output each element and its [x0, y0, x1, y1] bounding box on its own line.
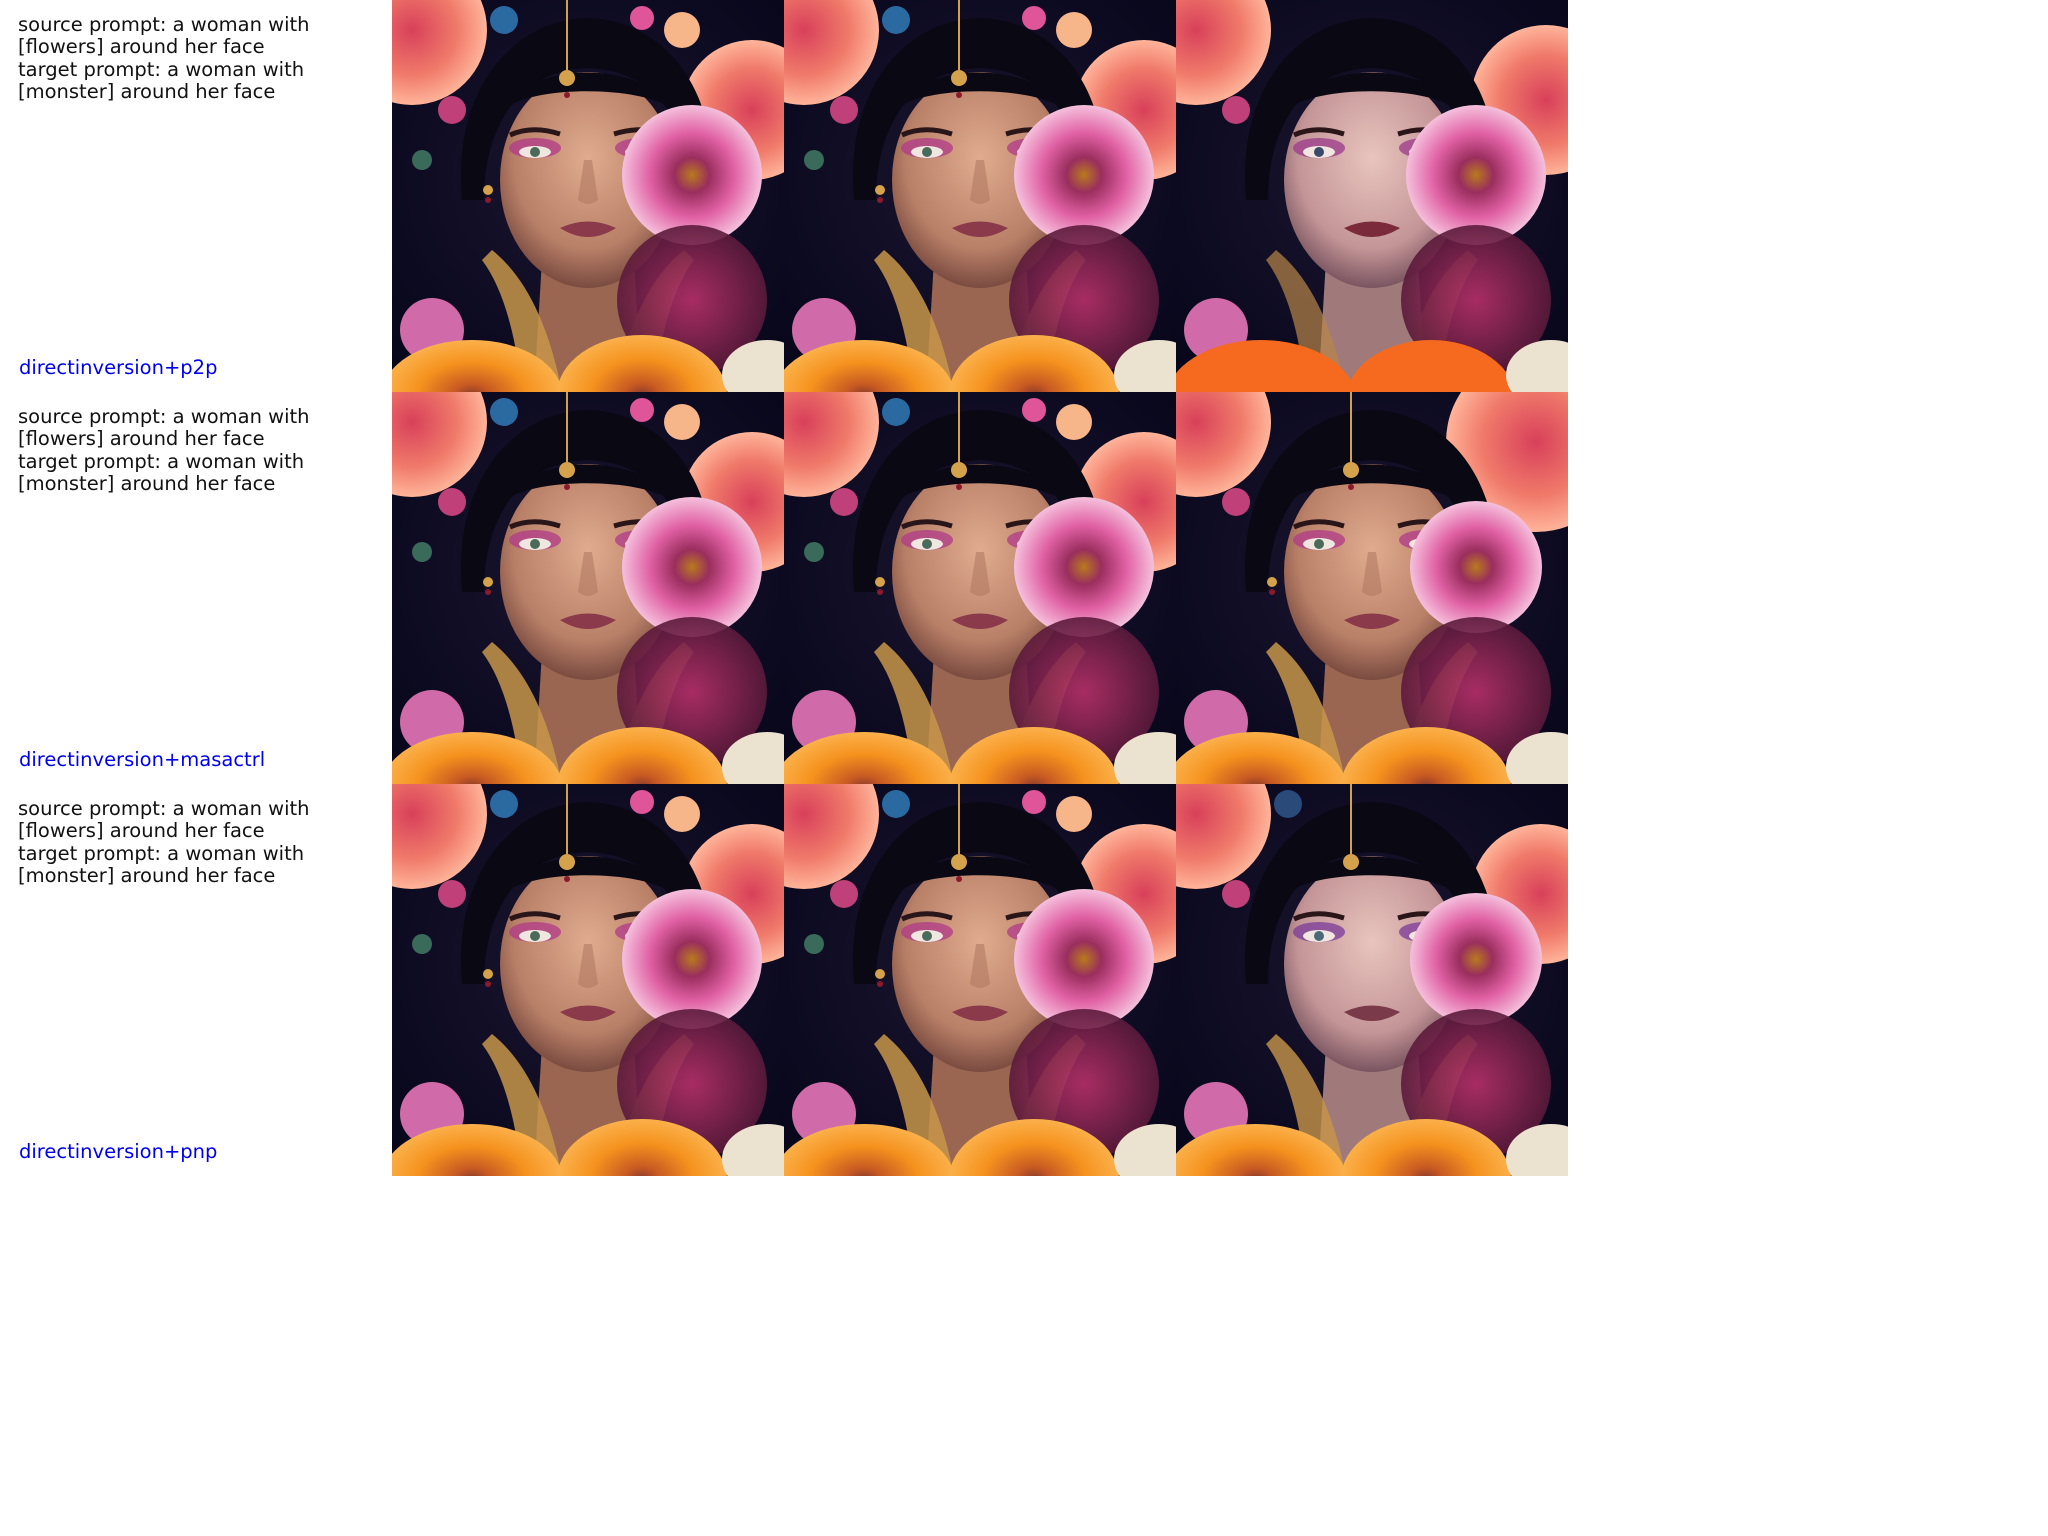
- source-image: [392, 392, 784, 784]
- row-label-cell: source prompt: a woman with [flowers] ar…: [0, 392, 392, 784]
- reconstruction-image: [784, 784, 1176, 1176]
- edited-image: [1176, 392, 1568, 784]
- source-prompt: source prompt: a woman with [flowers] ar…: [18, 797, 310, 843]
- target-prompt: target prompt: a woman with [monster] ar…: [18, 841, 305, 888]
- comparison-grid: source prompt: a woman with [flowers] ar…: [0, 0, 1568, 1176]
- portrait-image: [1176, 0, 1568, 392]
- comparison-row: source prompt: a woman with [flowers] ar…: [0, 0, 1568, 392]
- prompt-text-block: source prompt: a woman with [flowers] ar…: [18, 797, 378, 888]
- target-prompt: target prompt: a woman with [monster] ar…: [18, 57, 305, 104]
- comparison-row: source prompt: a woman with [flowers] ar…: [0, 784, 1568, 1176]
- prompt-text-block: source prompt: a woman with [flowers] ar…: [18, 13, 378, 104]
- row-label-cell: source prompt: a woman with [flowers] ar…: [0, 784, 392, 1176]
- portrait-image: [392, 784, 784, 1176]
- edited-image: [1176, 784, 1568, 1176]
- prompt-text-block: source prompt: a woman with [flowers] ar…: [18, 405, 378, 496]
- portrait-image: [1176, 392, 1568, 784]
- method-label: directinversion+masactrl: [19, 748, 266, 771]
- portrait-image: [1176, 784, 1568, 1176]
- target-prompt: target prompt: a woman with [monster] ar…: [18, 449, 305, 496]
- row-label-cell: source prompt: a woman with [flowers] ar…: [0, 0, 392, 392]
- source-prompt: source prompt: a woman with [flowers] ar…: [18, 13, 310, 59]
- reconstruction-image: [784, 392, 1176, 784]
- portrait-image: [784, 784, 1176, 1176]
- method-label: directinversion+pnp: [19, 1140, 218, 1163]
- portrait-image: [392, 0, 784, 392]
- source-prompt: source prompt: a woman with [flowers] ar…: [18, 405, 310, 451]
- portrait-image: [392, 392, 784, 784]
- reconstruction-image: [784, 0, 1176, 392]
- source-image: [392, 0, 784, 392]
- method-label: directinversion+p2p: [19, 356, 218, 379]
- portrait-image: [784, 392, 1176, 784]
- source-image: [392, 784, 784, 1176]
- edited-image: [1176, 0, 1568, 392]
- portrait-image: [784, 0, 1176, 392]
- comparison-row: source prompt: a woman with [flowers] ar…: [0, 392, 1568, 784]
